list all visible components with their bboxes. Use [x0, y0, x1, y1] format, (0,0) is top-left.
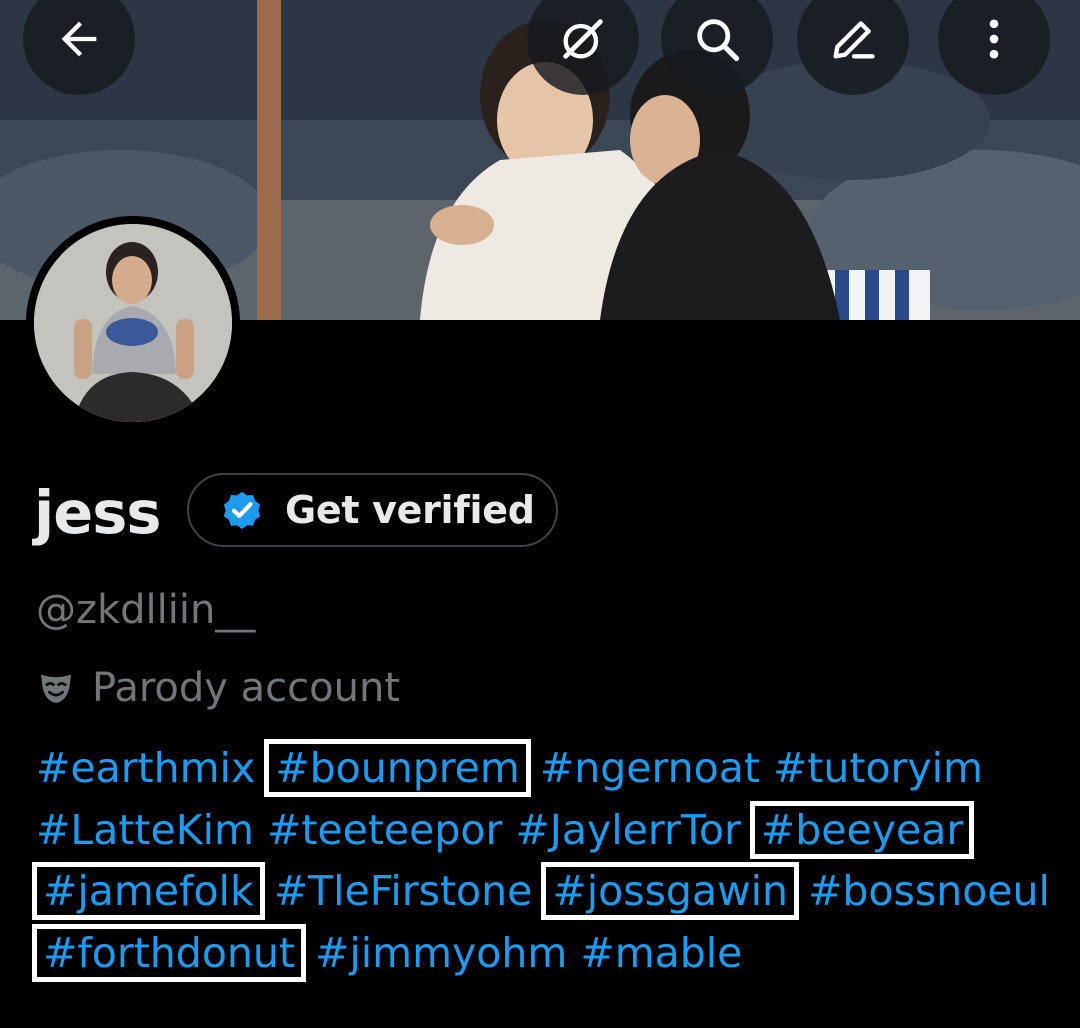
bio-hashtags: #earthmix #bounprem #ngernoat #tutoryim … — [32, 738, 1066, 984]
user-handle: @zkdlliin__ — [36, 587, 256, 633]
hashtag-link[interactable]: #tutoryim — [773, 744, 983, 792]
hashtag-link[interactable]: #ngernoat — [540, 744, 760, 792]
hashtag-link[interactable]: #teeteepor — [267, 806, 502, 854]
hashtag-link-highlighted[interactable]: #jamefolk — [32, 862, 265, 920]
more-vertical-icon — [989, 19, 999, 59]
search-icon — [697, 19, 740, 62]
profile-avatar[interactable] — [26, 216, 240, 430]
hashtag-link-highlighted[interactable]: #bounprem — [264, 739, 531, 797]
hashtag-link-highlighted[interactable]: #forthdonut — [32, 923, 306, 982]
hashtag-link[interactable]: #bossnoeul — [808, 867, 1050, 915]
hashtag-link[interactable]: #earthmix — [36, 744, 255, 792]
get-verified-button[interactable]: Get verified — [187, 473, 558, 547]
hashtag-link[interactable]: #mable — [580, 929, 742, 977]
hashtag-link[interactable]: #TleFirstone — [274, 867, 533, 915]
parody-label: Parody account — [36, 665, 400, 711]
hashtag-link[interactable]: #JaylerrTor — [515, 806, 740, 854]
display-name: jess — [34, 478, 161, 547]
hashtag-link[interactable]: #LatteKim — [36, 806, 254, 854]
arrow-left-icon — [61, 21, 97, 57]
hashtag-link-highlighted[interactable]: #jossgawin — [541, 862, 799, 920]
grok-icon — [563, 19, 603, 59]
pencil-icon — [833, 21, 875, 59]
verified-badge-icon — [219, 487, 265, 533]
parody-account-text: Parody account — [92, 665, 401, 711]
hashtag-link-highlighted[interactable]: #beeyear — [749, 800, 975, 859]
mask-icon — [36, 668, 76, 708]
avatar-photo — [34, 224, 232, 422]
hashtag-link[interactable]: #jimmyohm — [315, 929, 567, 977]
get-verified-label: Get verified — [285, 488, 535, 532]
